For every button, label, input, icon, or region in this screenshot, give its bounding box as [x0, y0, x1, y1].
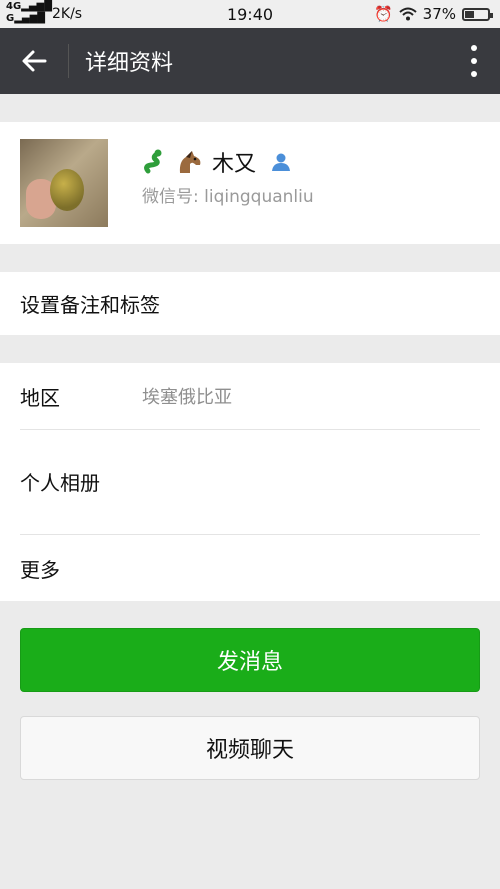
arrow-left-icon [22, 50, 47, 72]
more-button[interactable] [470, 45, 478, 77]
region-row: 地区 埃塞俄比亚 [0, 363, 500, 429]
alarm-icon: ⏰ [373, 5, 393, 23]
region-label: 地区 [20, 385, 60, 410]
info-list: 地区 埃塞俄比亚 个人相册 更多 [0, 363, 500, 601]
more-vertical-icon [471, 45, 477, 51]
horse-emoji-icon [179, 151, 201, 173]
appbar-divider [68, 44, 69, 78]
page-title: 详细资料 [85, 51, 174, 76]
wifi-icon [398, 7, 417, 21]
battery-percent: 37% [422, 5, 456, 23]
remark-label: 设置备注和标签 [20, 293, 160, 317]
video-call-button[interactable]: 视频聊天 [20, 716, 480, 780]
album-row[interactable]: 个人相册 [0, 430, 500, 534]
album-label: 个人相册 [20, 470, 100, 495]
more-label: 更多 [20, 557, 60, 582]
more-row[interactable]: 更多 [0, 535, 500, 601]
status-bar: 4G▂▄▆█ G▂▄▆█ 2K/s 19:40 ⏰ 37% [0, 0, 500, 28]
region-value: 埃塞俄比亚 [142, 387, 232, 408]
profile-card: 木又 微信号: liqingquanliu [0, 122, 500, 244]
app-bar: 详细资料 [0, 28, 500, 94]
wechat-id: 微信号: liqingquanliu [142, 187, 314, 207]
battery-icon [462, 7, 493, 21]
nickname: 木又 [212, 152, 257, 177]
back-button[interactable] [0, 28, 68, 94]
person-icon [272, 153, 291, 171]
snake-emoji-icon [144, 149, 162, 174]
send-message-button[interactable]: 发消息 [20, 628, 480, 692]
nickname-line: 木又 [142, 146, 292, 178]
remark-and-tags-row[interactable]: 设置备注和标签 [0, 272, 500, 335]
avatar[interactable] [20, 139, 108, 227]
